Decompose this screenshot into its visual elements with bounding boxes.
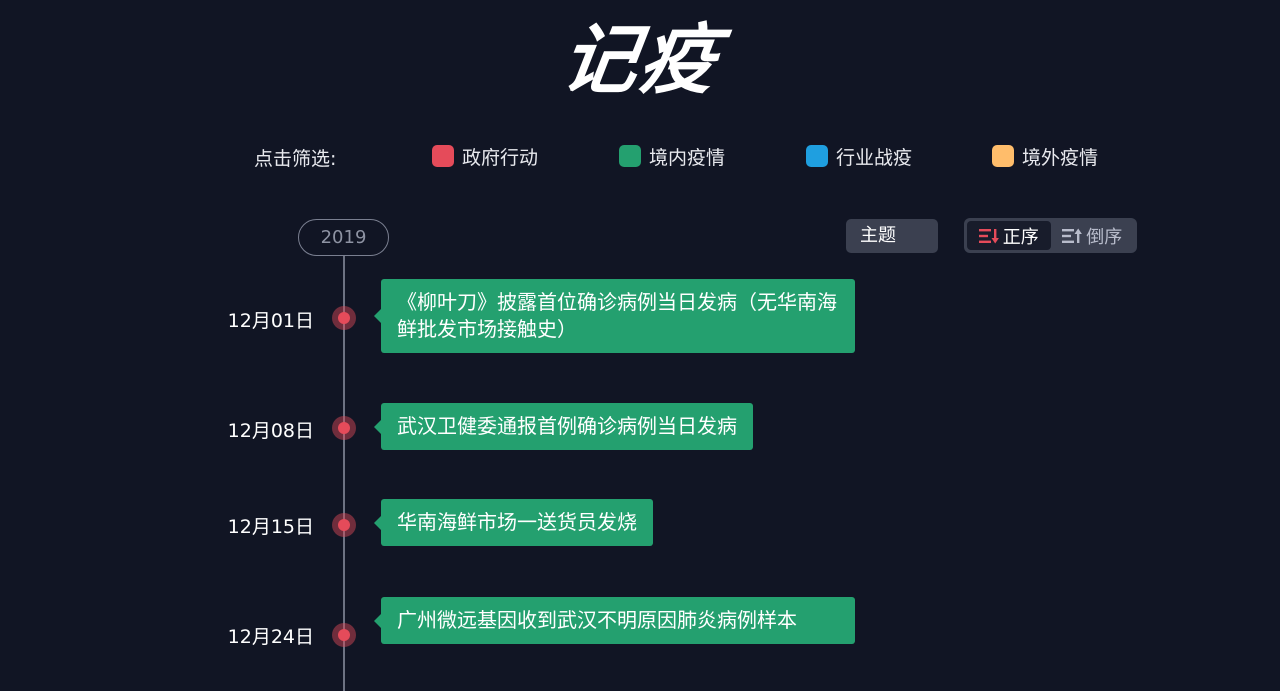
page: 记疫 点击筛选: 政府行动 境内疫情 行业战疫 境外疫情 2019 主题 正序 … [0, 0, 1280, 691]
filter-label: 点击筛选: [254, 148, 337, 170]
event-dot [332, 513, 356, 537]
event-card[interactable]: 武汉卫健委通报首例确诊病例当日发病 [374, 403, 753, 450]
filter-domestic-epidemic[interactable]: 境内疫情 [619, 140, 725, 172]
filter-swatch-blue [806, 145, 828, 167]
filter-item-label: 行业战疫 [836, 146, 913, 169]
event-card[interactable]: 华南海鲜市场一送货员发烧 [374, 499, 653, 546]
filter-swatch-red [432, 145, 454, 167]
filter-overseas-epidemic[interactable]: 境外疫情 [992, 140, 1098, 172]
event-date: 12月24日 [227, 626, 314, 648]
event-card[interactable]: 《柳叶刀》披露首位确诊病例当日发病（无华南海鲜批发市场接触史） [374, 279, 855, 353]
event-dot [332, 623, 356, 647]
filter-item-label: 境外疫情 [1022, 146, 1099, 169]
event-card[interactable]: 广州微远基因收到武汉不明原因肺炎病例样本 [374, 597, 855, 644]
app-logo-title: 记疫 [555, 15, 725, 104]
sort-desc-label: 倒序 [1086, 226, 1123, 248]
year-badge: 2019 [298, 219, 389, 256]
filter-item-label: 政府行动 [462, 146, 539, 169]
theme-button[interactable]: 主题 [846, 219, 938, 253]
sort-desc-icon [1062, 228, 1083, 243]
filter-bar: 点击筛选: 政府行动 境内疫情 行业战疫 境外疫情 [0, 140, 1280, 172]
filter-swatch-orange [992, 145, 1014, 167]
event-date: 12月08日 [227, 420, 314, 442]
sort-asc-label: 正序 [1002, 226, 1039, 248]
sort-desc-button[interactable]: 倒序 [1051, 221, 1135, 250]
sort-asc-button[interactable]: 正序 [967, 221, 1051, 250]
sort-toggle: 正序 倒序 [964, 218, 1137, 253]
event-dot [332, 306, 356, 330]
filter-item-label: 境内疫情 [649, 146, 726, 169]
event-dot [332, 416, 356, 440]
event-date: 12月01日 [227, 310, 314, 332]
filter-industry-fight[interactable]: 行业战疫 [806, 140, 912, 172]
event-date: 12月15日 [227, 516, 314, 538]
filter-swatch-green [619, 145, 641, 167]
filter-government-action[interactable]: 政府行动 [432, 140, 538, 172]
sort-asc-icon [978, 228, 999, 243]
